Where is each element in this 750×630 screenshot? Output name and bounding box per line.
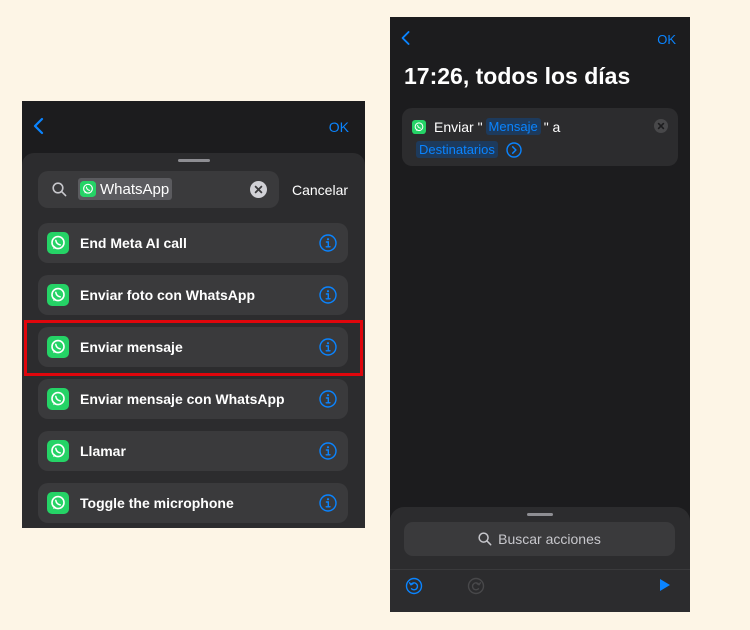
search-icon <box>478 532 492 546</box>
whatsapp-icon <box>80 181 96 197</box>
toolbar-divider <box>390 569 690 570</box>
redo-icon[interactable] <box>467 577 485 595</box>
whatsapp-icon <box>47 492 69 514</box>
ok-button[interactable]: OK <box>657 32 676 47</box>
actions-drawer: Buscar acciones <box>390 507 690 612</box>
result-item[interactable]: Llamar <box>38 431 348 471</box>
sheet-grabber[interactable] <box>527 513 553 516</box>
result-item-label: End Meta AI call <box>80 235 187 251</box>
recipients-parameter[interactable]: Destinatarios <box>416 141 498 158</box>
highlight-box <box>24 320 363 376</box>
info-icon[interactable] <box>319 390 337 408</box>
search-icon <box>52 182 67 197</box>
result-item-label: Enviar foto con WhatsApp <box>80 287 255 303</box>
chevron-left-icon[interactable] <box>32 117 46 135</box>
search-token-text: WhatsApp <box>100 180 170 198</box>
clear-search-icon[interactable] <box>250 181 267 198</box>
cancel-button[interactable]: Cancelar <box>292 182 348 198</box>
left-screen: OK WhatsApp Cancelar End Meta AI call En… <box>22 101 365 528</box>
action-line-2: Destinatarios <box>416 141 522 158</box>
play-icon[interactable] <box>658 577 672 593</box>
right-screen: OK 17:26, todos los días Enviar " Mensaj… <box>390 17 690 612</box>
whatsapp-icon <box>47 232 69 254</box>
automation-title: 17:26, todos los días <box>404 63 631 89</box>
send-message-action[interactable]: Enviar " Mensaje " a Destinatarios <box>402 108 678 166</box>
result-item-label: Toggle the microphone <box>80 495 234 511</box>
undo-icon[interactable] <box>405 577 423 595</box>
info-icon[interactable] <box>319 494 337 512</box>
result-item[interactable]: Enviar foto con WhatsApp <box>38 275 348 315</box>
info-icon[interactable] <box>319 442 337 460</box>
whatsapp-icon <box>47 388 69 410</box>
result-item-label: Enviar mensaje con WhatsApp <box>80 391 285 407</box>
remove-action-icon[interactable] <box>654 119 668 133</box>
search-field[interactable]: WhatsApp <box>38 171 279 208</box>
ok-button[interactable]: OK <box>329 119 349 135</box>
result-item[interactable]: Enviar mensaje con WhatsApp <box>38 379 348 419</box>
message-parameter[interactable]: Mensaje <box>485 118 541 135</box>
info-icon[interactable] <box>319 234 337 252</box>
action-middle: " a <box>543 118 561 135</box>
search-actions-field[interactable]: Buscar acciones <box>404 522 675 556</box>
search-actions-label: Buscar acciones <box>498 531 601 547</box>
search-token[interactable]: WhatsApp <box>78 178 173 200</box>
action-line: Enviar " Mensaje " a <box>412 118 560 135</box>
sheet-grabber[interactable] <box>178 159 210 162</box>
whatsapp-icon <box>47 440 69 462</box>
result-item-label: Llamar <box>80 443 126 459</box>
whatsapp-icon <box>412 119 426 134</box>
whatsapp-icon <box>47 284 69 306</box>
action-prefix: Enviar " <box>434 118 483 135</box>
nav-bar: OK <box>22 101 365 151</box>
nav-bar: OK <box>390 17 690 67</box>
chevron-right-circle-icon[interactable] <box>506 141 522 158</box>
info-icon[interactable] <box>319 286 337 304</box>
chevron-left-icon[interactable] <box>400 30 412 46</box>
result-item[interactable]: Toggle the microphone <box>38 483 348 523</box>
result-item[interactable]: End Meta AI call <box>38 223 348 263</box>
